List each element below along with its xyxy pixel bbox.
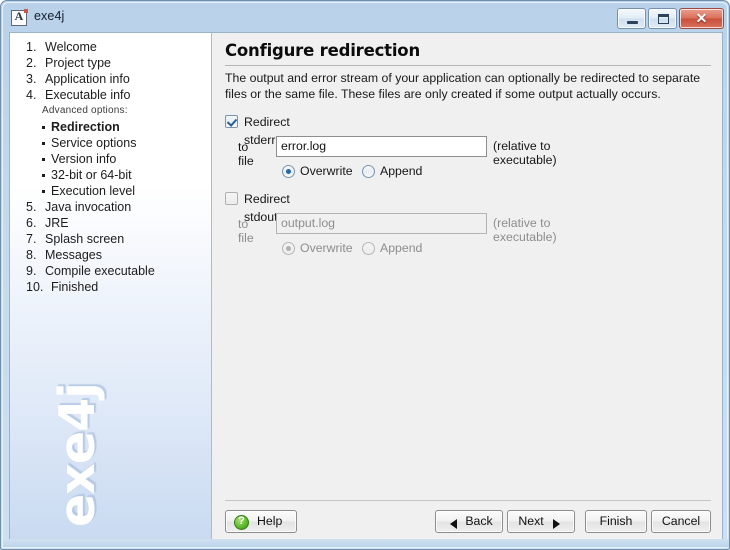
redirect-stdout-checkbox[interactable] [225, 192, 238, 205]
sidebar-item-application-info[interactable]: 3. Application info [10, 71, 211, 87]
close-icon: ✕ [695, 10, 708, 26]
cancel-button-label: Cancel [661, 514, 701, 528]
sidebar-item-compile-executable[interactable]: 9. Compile executable [10, 263, 211, 279]
button-bar-divider [225, 500, 711, 501]
stderr-overwrite-label: Overwrite [300, 164, 353, 178]
minimize-icon [627, 21, 638, 24]
step-label: Compile executable [45, 264, 155, 278]
step-label: JRE [45, 216, 69, 230]
redirect-stderr-checkbox[interactable] [225, 115, 238, 128]
maximize-icon [658, 14, 669, 24]
sidebar-advanced-options-header: Advanced options: [42, 105, 128, 116]
sidebar-item-project-type[interactable]: 2. Project type [10, 55, 211, 71]
stderr-to-file-label: to file [238, 140, 254, 168]
stderr-overwrite-radio[interactable] [282, 165, 295, 178]
sidebar-item-jre[interactable]: 6. JRE [10, 215, 211, 231]
step-number: 5. [26, 200, 37, 214]
sidebar-item-label: Execution level [51, 184, 136, 198]
step-label: Welcome [45, 40, 97, 54]
help-button[interactable]: Help [225, 510, 297, 533]
back-button-label: Back [465, 514, 493, 528]
maximize-button[interactable] [648, 8, 677, 29]
exe4j-watermark: exe4j [49, 383, 106, 527]
step-number: 7. [26, 232, 37, 246]
help-icon [234, 514, 249, 530]
sidebar-item-messages[interactable]: 8. Messages [10, 247, 211, 263]
step-number: 3. [26, 72, 37, 86]
sidebar-item-java-invocation[interactable]: 5. Java invocation [10, 199, 211, 215]
arrow-left-icon [450, 519, 457, 529]
minimize-button[interactable] [617, 8, 646, 29]
sidebar-item-executable-info[interactable]: 4. Executable info [10, 87, 211, 103]
sidebar-item-label: Service options [51, 136, 137, 150]
sidebar-item-32-bit-or-64-bit[interactable]: 32-bit or 64-bit [10, 167, 211, 183]
next-button[interactable]: Next [507, 510, 575, 533]
window-title: exe4j [34, 9, 65, 23]
sidebar-item-splash-screen[interactable]: 7. Splash screen [10, 231, 211, 247]
wizard-step-list: 1. Welcome 2. Project type 3. Application i… [10, 39, 211, 295]
cancel-button[interactable]: Cancel [651, 510, 711, 533]
stdout-to-file-label: to file [238, 217, 254, 245]
step-label: Java invocation [45, 200, 132, 214]
next-button-label: Next [518, 514, 544, 528]
back-button[interactable]: Back [435, 510, 503, 533]
sidebar-item-label: 32-bit or 64-bit [51, 168, 132, 182]
stdout-overwrite-radio[interactable] [282, 242, 295, 255]
app-icon [11, 9, 28, 26]
sidebar-item-redirection[interactable]: Redirection [10, 119, 211, 135]
wizard-sidebar: 1. Welcome 2. Project type 3. Application i… [10, 33, 212, 539]
step-label: Splash screen [45, 232, 125, 246]
step-label: Project type [45, 56, 112, 70]
stdout-append-label: Append [380, 241, 423, 255]
help-button-label: Help [257, 514, 283, 528]
close-button[interactable]: ✕ [679, 8, 724, 29]
step-number: 6. [26, 216, 37, 230]
step-number: 9. [26, 264, 37, 278]
sidebar-item-service-options[interactable]: Service options [10, 135, 211, 151]
stdout-overwrite-label: Overwrite [300, 241, 353, 255]
title-bar[interactable]: exe4j ✕ [3, 3, 729, 32]
finish-button[interactable]: Finish [585, 510, 647, 533]
stderr-relative-hint: (relative to executable) [493, 139, 557, 167]
step-label: Application info [45, 72, 130, 86]
step-label: Messages [45, 248, 102, 262]
window-bottom-edge [3, 539, 729, 547]
sidebar-item-finished[interactable]: 10. Finished [10, 279, 211, 295]
sidebar-item-welcome[interactable]: 1. Welcome [10, 39, 211, 55]
stderr-append-radio[interactable] [362, 165, 375, 178]
stderr-file-input[interactable]: error.log [276, 136, 487, 157]
title-divider [225, 65, 711, 66]
sidebar-item-label: Redirection [51, 120, 120, 134]
step-number: 1. [26, 40, 37, 54]
step-number: 10. [26, 280, 44, 294]
stdout-file-input[interactable]: output.log [276, 213, 487, 234]
step-label: Finished [51, 280, 99, 294]
client-area: 1. Welcome 2. Project type 3. Application i… [9, 32, 723, 540]
stderr-append-label: Append [380, 164, 423, 178]
sidebar-item-version-info[interactable]: Version info [10, 151, 211, 167]
step-label: Executable info [45, 88, 131, 102]
step-number: 4. [26, 88, 37, 102]
stdout-append-radio[interactable] [362, 242, 375, 255]
content-pane: Configure redirection The output and err… [213, 33, 722, 539]
sidebar-item-label: Version info [51, 152, 117, 166]
page-title: Configure redirection [225, 41, 420, 60]
window-controls: ✕ [615, 8, 724, 29]
stdout-relative-hint: (relative to executable) [493, 216, 557, 244]
app-icon-dot [24, 9, 28, 13]
step-number: 8. [26, 248, 37, 262]
page-description: The output and error stream of your appl… [225, 71, 701, 101]
finish-button-label: Finish [599, 514, 633, 528]
step-number: 2. [26, 56, 37, 70]
application-window: exe4j ✕ 1. Welcome 2. Project type [0, 0, 730, 550]
sidebar-item-execution-level[interactable]: Execution level [10, 183, 211, 199]
arrow-right-icon [553, 519, 560, 529]
